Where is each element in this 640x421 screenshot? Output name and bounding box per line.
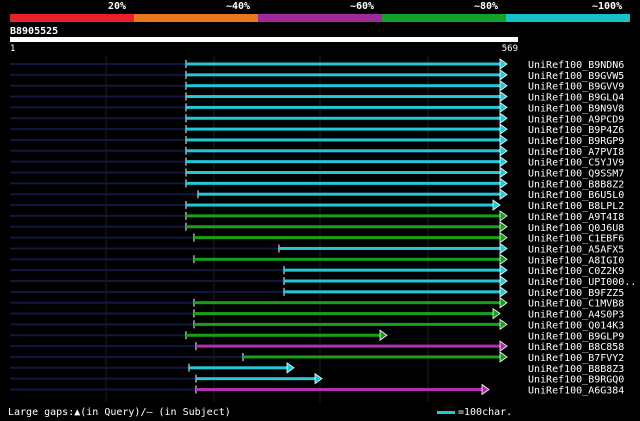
hit-label[interactable]: UniRef100_B9N9V8 <box>528 103 624 114</box>
hit-label[interactable]: UniRef100_B9RGP9 <box>528 136 624 147</box>
hit-bar[interactable] <box>194 301 500 305</box>
hit-label[interactable]: UniRef100_B9NDN6 <box>528 60 624 71</box>
hit-bar[interactable] <box>194 322 500 326</box>
hit-bar[interactable] <box>189 366 287 370</box>
hit-label[interactable]: UniRef100_B9GLP9 <box>528 331 624 342</box>
hit-bar[interactable] <box>186 214 500 218</box>
hit-bar[interactable] <box>284 279 500 283</box>
hit-label[interactable]: UniRef100_UPI000.. <box>528 277 636 288</box>
hit-arrow-icon <box>499 275 508 287</box>
hit-bar[interactable] <box>243 355 500 359</box>
hit-arrow-icon <box>499 253 508 266</box>
hit-bar[interactable] <box>194 312 493 316</box>
hit-arrow-icon <box>499 296 508 309</box>
hit-bar[interactable] <box>194 257 500 261</box>
hit-label[interactable]: UniRef100_B6U5L0 <box>528 190 624 201</box>
hit-arrow-icon <box>499 340 508 352</box>
hit-arrow-icon <box>492 307 501 320</box>
hit-bar[interactable] <box>186 181 500 185</box>
hit-bar[interactable] <box>284 290 500 294</box>
hit-bar[interactable] <box>186 116 500 120</box>
hit-label[interactable]: UniRef100_B8C858 <box>528 342 624 353</box>
hit-arrow-icon <box>499 318 508 331</box>
hit-label[interactable]: UniRef100_C1MVB8 <box>528 299 624 310</box>
hit-bar[interactable] <box>186 127 500 131</box>
hit-label[interactable]: UniRef100_A7PVI8 <box>528 147 624 158</box>
scale-label: =100char. <box>458 407 513 418</box>
hit-label[interactable]: UniRef100_B7FVY2 <box>528 353 624 364</box>
hit-label[interactable]: UniRef100_B9GVV9 <box>528 82 624 93</box>
hit-arrow-icon <box>379 329 388 342</box>
hit-bar[interactable] <box>194 236 500 240</box>
hit-label[interactable]: UniRef100_B9GLQ4 <box>528 93 624 104</box>
hit-arrow-icon <box>499 188 508 200</box>
hit-label[interactable]: UniRef100_C1EBF6 <box>528 234 624 245</box>
hit-arrow-icon <box>499 220 508 233</box>
hit-bar[interactable] <box>186 73 500 77</box>
hit-arrow-icon <box>499 145 508 157</box>
hit-bar[interactable] <box>186 171 500 174</box>
scale-bar <box>437 411 455 414</box>
hit-label[interactable]: UniRef100_A9T4I8 <box>528 212 624 223</box>
hit-label[interactable]: UniRef100_B9GVW5 <box>528 71 624 82</box>
hit-label[interactable]: UniRef100_A5AFX5 <box>528 244 624 255</box>
hit-arrow-icon <box>499 242 508 255</box>
hit-arrow-icon <box>499 112 508 125</box>
hit-label[interactable]: UniRef100_B8B8Z2 <box>528 179 624 190</box>
gaps-legend: Large gaps:▲(in Query)/— (in Subject) <box>8 407 231 418</box>
hit-label[interactable]: UniRef100_B8B8Z3 <box>528 364 624 375</box>
hit-label[interactable]: UniRef100_C0Z2K9 <box>528 266 624 277</box>
hit-bar[interactable] <box>196 344 500 348</box>
hit-bar[interactable] <box>186 160 500 164</box>
hit-label[interactable]: UniRef100_B9P4Z6 <box>528 125 624 136</box>
hit-arrow-icon <box>499 69 508 81</box>
hit-arrow-icon <box>499 101 508 114</box>
hit-arrow-icon <box>499 90 508 103</box>
hit-label[interactable]: UniRef100_A4S0P3 <box>528 310 624 321</box>
hit-arrow-icon <box>499 210 508 222</box>
hit-bar[interactable] <box>186 203 493 207</box>
hit-arrow-icon <box>499 264 508 276</box>
hit-arrow-icon <box>499 134 508 146</box>
hit-bar[interactable] <box>279 246 500 250</box>
hit-arrow-icon <box>499 123 508 135</box>
hit-arrow-icon <box>499 79 508 92</box>
hit-label[interactable]: UniRef100_Q9SSM7 <box>528 169 624 180</box>
hit-arrow-icon <box>499 286 508 298</box>
hit-bar[interactable] <box>186 225 500 229</box>
hit-bar[interactable] <box>186 95 500 99</box>
hit-arrow-icon <box>286 362 295 374</box>
hit-bar[interactable] <box>186 84 500 88</box>
hit-label[interactable]: UniRef100_A9PCD9 <box>528 114 624 125</box>
hit-bar[interactable] <box>284 268 500 272</box>
hit-arrow-icon <box>499 351 508 363</box>
hit-bar[interactable] <box>186 105 500 109</box>
hit-label[interactable]: UniRef100_Q0J6U8 <box>528 223 624 234</box>
hit-bar[interactable] <box>186 138 500 142</box>
hit-arrow-icon <box>481 383 490 396</box>
hit-label[interactable]: UniRef100_B8LPL2 <box>528 201 624 212</box>
hit-arrow-icon <box>492 199 501 211</box>
hit-arrow-icon <box>499 58 508 70</box>
hit-label[interactable]: UniRef100_A8IGI0 <box>528 255 624 266</box>
hit-bar[interactable] <box>196 377 315 381</box>
hit-arrow-icon <box>314 372 323 385</box>
hit-arrow-icon <box>499 155 508 168</box>
hit-label[interactable]: UniRef100_B9FZZ5 <box>528 288 624 299</box>
hit-arrow-icon <box>499 177 508 190</box>
hit-bar[interactable] <box>198 192 500 196</box>
hit-graph: UniRef100_B9NDN6UniRef100_B9GVW5UniRef10… <box>10 56 636 402</box>
hit-label[interactable]: UniRef100_B9RGQ0 <box>528 375 624 386</box>
hit-label[interactable]: UniRef100_A6G384 <box>528 386 624 397</box>
hit-label[interactable]: UniRef100_C5YJV9 <box>528 158 624 169</box>
hit-bar[interactable] <box>196 388 482 391</box>
hit-bar[interactable] <box>186 149 500 153</box>
hit-arrow-icon <box>499 231 508 244</box>
hit-bar[interactable] <box>186 62 500 66</box>
hit-arrow-icon <box>499 166 508 179</box>
hit-bar[interactable] <box>186 333 380 337</box>
hit-label[interactable]: UniRef100_Q014K3 <box>528 320 624 331</box>
